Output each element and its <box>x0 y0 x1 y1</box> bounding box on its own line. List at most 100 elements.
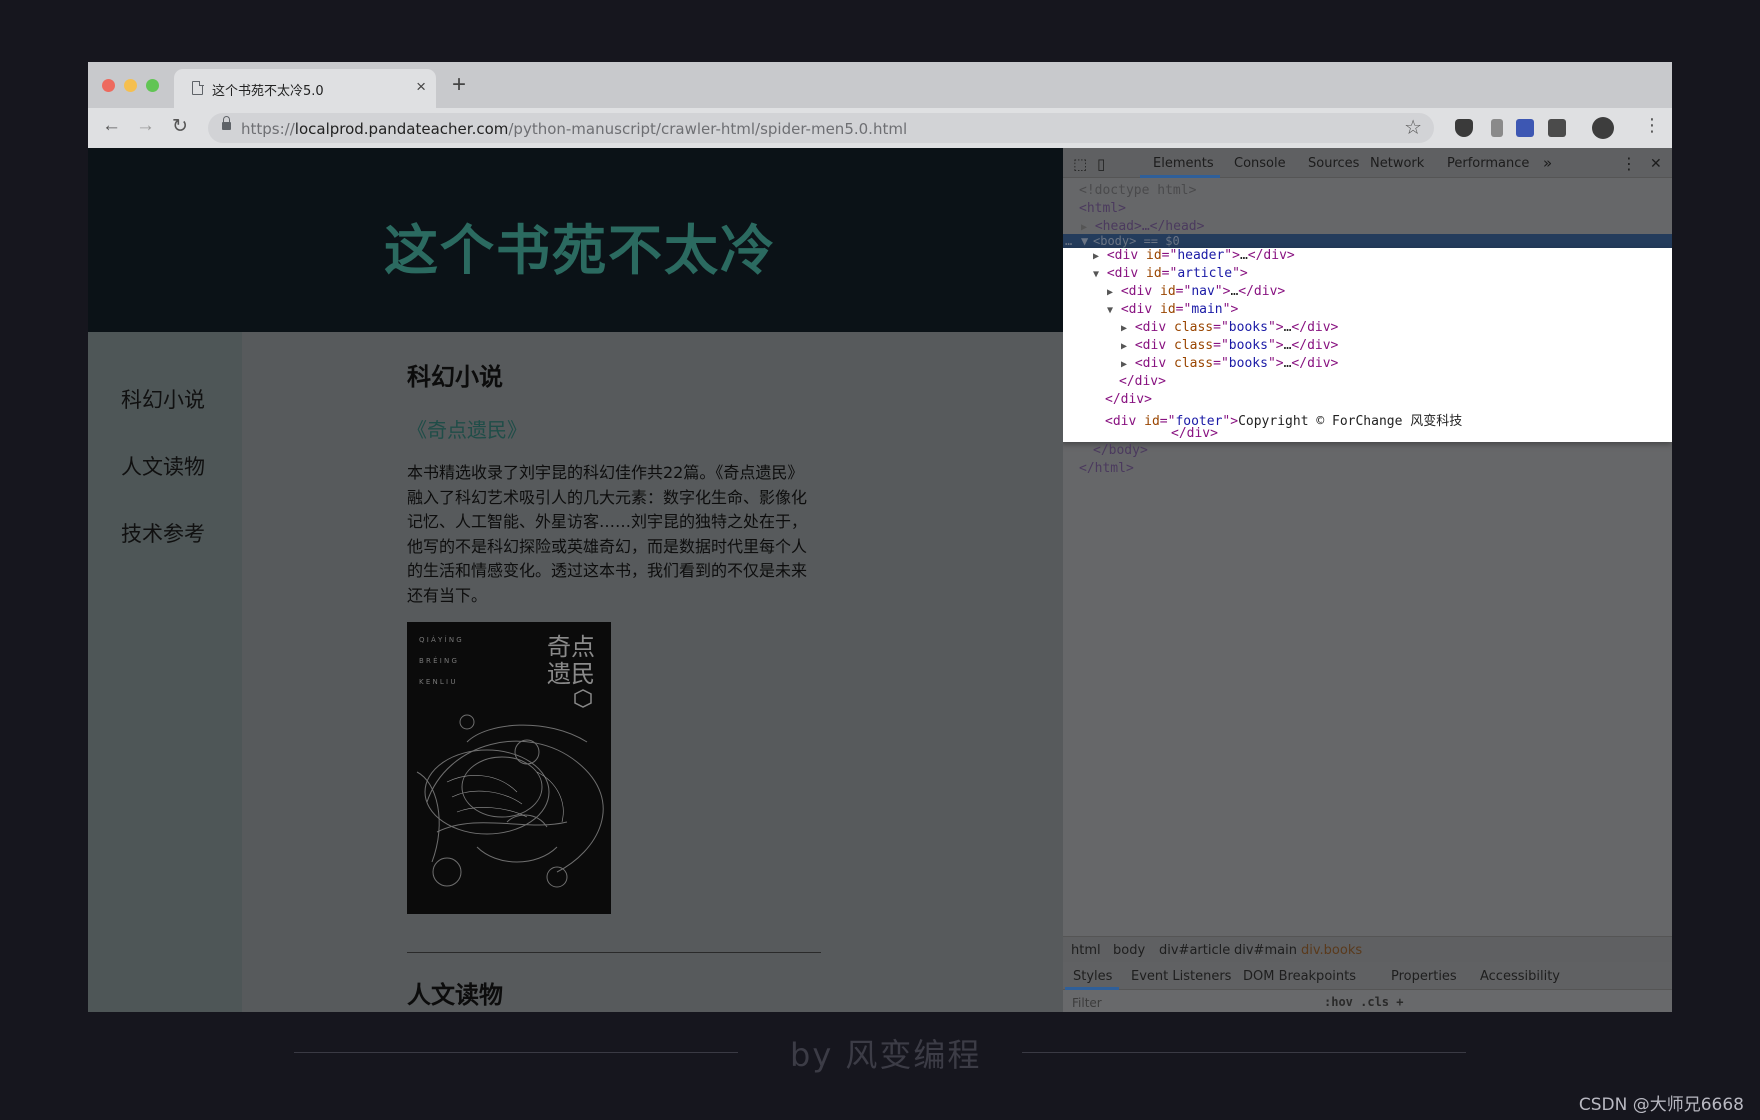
main-content: 科幻小说 《奇点遗民》 本书精选收录了刘宇昆的科幻佳作共22篇。《奇点遗民》融入… <box>242 332 1063 1012</box>
devtools-panel: ⬚ ▯ Elements Console Sources Network Per… <box>1063 148 1672 1012</box>
nav-div-line[interactable]: ▶ <div id="nav">…</div> <box>1107 284 1285 299</box>
cover-title-2: 遗民 <box>547 660 595 688</box>
crumb-body[interactable]: body <box>1113 943 1145 958</box>
books-class: books <box>1228 338 1268 353</box>
tab-accessibility[interactable]: Accessibility <box>1480 969 1560 984</box>
tab-properties[interactable]: Properties <box>1391 969 1457 984</box>
browser-tab[interactable]: 这个书苑不太冷5.0 × <box>174 69 436 108</box>
body-close-tag: </body> <box>1093 443 1148 458</box>
url-text: https://localprod.pandateacher.com/pytho… <box>241 120 907 138</box>
inspect-element-icon[interactable]: ⬚ <box>1073 155 1087 173</box>
tab-styles[interactable]: Styles <box>1073 969 1112 984</box>
body-ellipsis: … <box>1065 234 1073 248</box>
cover-illustration: Q I Á Y Í N G B R É I N G K E N L I U 奇点… <box>416 633 604 888</box>
styles-filter-row: Filter :hov .cls + <box>1063 990 1672 1012</box>
main-close-line[interactable]: </div> <box>1119 374 1166 389</box>
cover-title-1: 奇点 <box>547 633 595 661</box>
screenshot-extension-icon[interactable] <box>1548 119 1566 137</box>
book-description: 本书精选收录了刘宇昆的科幻佳作共22篇。《奇点遗民》融入了科幻艺术吸引人的几大元… <box>407 463 808 605</box>
book-title[interactable]: 《奇点遗民》 <box>407 414 527 443</box>
tab-strip: 这个书苑不太冷5.0 × + <box>88 62 1672 108</box>
expand-triangle-icon[interactable]: ▶ <box>1081 222 1087 233</box>
lock-icon <box>222 116 231 130</box>
footer-rule-left <box>294 1052 738 1053</box>
header-div-line[interactable]: ▶ <div id="header">…</div> <box>1093 248 1295 263</box>
nav-item-humanities[interactable]: 人文读物 <box>121 451 205 481</box>
new-tab-button[interactable]: + <box>452 71 466 99</box>
crumb-main[interactable]: div#main <box>1234 943 1297 958</box>
book-cover-image: Q I Á Y Í N G B R É I N G K E N L I U 奇点… <box>407 622 611 914</box>
filter-options[interactable]: :hov .cls + <box>1324 995 1403 1009</box>
profile-avatar[interactable] <box>1592 117 1614 139</box>
jh-extension-icon[interactable] <box>1516 119 1534 137</box>
shield-extension-icon[interactable] <box>1491 119 1503 137</box>
cover-pinyin-2: B R É I N G <box>419 656 457 665</box>
close-window-button[interactable] <box>102 79 115 92</box>
close-devtools-icon[interactable]: ✕ <box>1650 156 1662 172</box>
cover-pinyin-1: Q I Á Y Í N G <box>419 635 462 644</box>
article-id: article <box>1177 266 1233 281</box>
main-div-line[interactable]: ▼ <div id="main"> <box>1107 302 1238 317</box>
body-line-selected[interactable]: … ▼ <body> == $0 <box>1063 234 1672 248</box>
inspected-subtree: ▶ <div id="header">…</div> ▼ <div id="ar… <box>1063 248 1672 442</box>
close-tab-icon[interactable]: × <box>416 77 426 97</box>
expand-triangle-icon[interactable]: ▼ <box>1081 234 1088 248</box>
site-header: 这个书苑不太冷 <box>88 148 1063 332</box>
books-div-line-3[interactable]: ▶ <div class="books">…</div> <box>1121 356 1338 371</box>
browser-menu-icon[interactable]: ⋮ <box>1643 115 1661 136</box>
tab-event-listeners[interactable]: Event Listeners <box>1131 969 1231 984</box>
breadcrumb: html body div#article div#main div.books <box>1063 936 1672 962</box>
html-open-line[interactable]: <html> <box>1079 201 1126 216</box>
tab-performance[interactable]: Performance <box>1447 156 1529 171</box>
nav-item-tech[interactable]: 技术参考 <box>121 518 205 548</box>
device-toolbar-icon[interactable]: ▯ <box>1097 155 1105 173</box>
books-div-line-1[interactable]: ▶ <div class="books">…</div> <box>1121 320 1338 335</box>
styles-tabbar: Styles Event Listeners DOM Breakpoints P… <box>1063 962 1672 990</box>
nav-id: nav <box>1191 284 1215 299</box>
browser-toolbar: ← → ↻ https://localprod.pandateacher.com… <box>88 108 1672 148</box>
site-title: 这个书苑不太冷 <box>384 219 776 282</box>
footer-rule-right <box>1022 1052 1466 1053</box>
footer-div-line[interactable]: <div id="footer">Copyright © ForChange 风… <box>1105 410 1462 429</box>
tab-sources[interactable]: Sources <box>1308 156 1359 171</box>
html-open-tag: <html> <box>1079 201 1126 216</box>
address-bar[interactable]: https://localprod.pandateacher.com/pytho… <box>208 113 1434 143</box>
tab-console[interactable]: Console <box>1234 156 1286 171</box>
crumb-article[interactable]: div#article <box>1159 943 1230 958</box>
crumb-html[interactable]: html <box>1071 943 1101 958</box>
html-close-line[interactable]: </html> <box>1079 461 1134 476</box>
main-id: main <box>1191 302 1223 317</box>
tab-network[interactable]: Network <box>1370 156 1424 171</box>
tab-dom-breakpoints[interactable]: DOM Breakpoints <box>1243 969 1356 984</box>
more-tabs-icon[interactable]: » <box>1543 154 1552 172</box>
crumb-books[interactable]: div.books <box>1301 943 1362 958</box>
article-close-line[interactable]: </div> <box>1105 392 1152 407</box>
head-line[interactable]: ▶ <head>…</head> <box>1081 219 1204 234</box>
article-div-line[interactable]: ▼ <div id="article"> <box>1093 266 1248 281</box>
bookmark-star-icon[interactable]: ☆ <box>1404 115 1422 140</box>
books-div-line-2[interactable]: ▶ <div class="books">…</div> <box>1121 338 1338 353</box>
pocket-extension-icon[interactable] <box>1455 119 1473 137</box>
body-close-line[interactable]: </body> <box>1093 443 1148 458</box>
maximize-window-button[interactable] <box>146 79 159 92</box>
reload-button[interactable]: ↻ <box>172 115 188 138</box>
section-title-2: 人文读物 <box>407 981 503 1009</box>
nav-item-scifi[interactable]: 科幻小说 <box>121 384 205 414</box>
footer-close-line[interactable]: </div> <box>1171 426 1218 441</box>
section-divider <box>407 952 821 953</box>
body-tag: <body> == $0 <box>1093 234 1180 248</box>
footer-text-node: Copyright © ForChange 风变科技 <box>1238 414 1463 429</box>
tab-elements[interactable]: Elements <box>1153 156 1214 171</box>
url-scheme: https:// <box>241 120 295 138</box>
books-class: books <box>1228 356 1268 371</box>
html-close-tag: </html> <box>1079 461 1134 476</box>
forward-button[interactable]: → <box>136 115 155 137</box>
minimize-window-button[interactable] <box>124 79 137 92</box>
browser-window: 这个书苑不太冷5.0 × + ← → ↻ https://localprod.p… <box>88 62 1672 1012</box>
doctype-line: <!doctype html> <box>1079 183 1197 198</box>
filter-input[interactable]: Filter <box>1072 996 1102 1010</box>
head-tag: <head>…</head> <box>1094 219 1205 234</box>
window-controls <box>102 79 159 92</box>
back-button[interactable]: ← <box>102 115 121 137</box>
devtools-menu-icon[interactable]: ⋮ <box>1621 154 1637 173</box>
